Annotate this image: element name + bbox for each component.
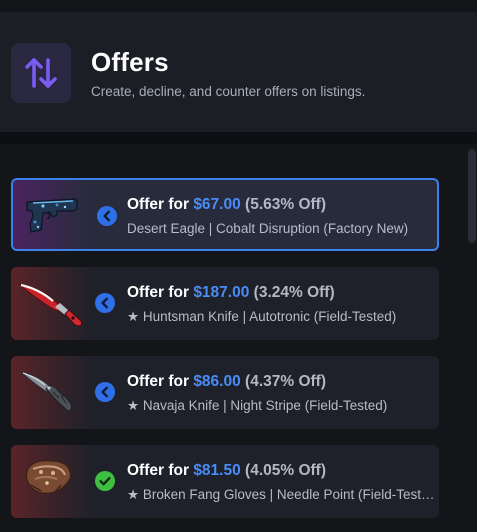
sort-arrows-icon [25, 58, 57, 88]
offer-item-name: ★ Huntsman Knife | Autotronic (Field-Tes… [127, 309, 397, 324]
offer-price: $81.50 [193, 462, 241, 479]
offer-summary: Offer for $81.50 (4.05% Off) [127, 462, 326, 480]
page-title: Offers [91, 47, 169, 77]
offer-prefix: Offer for [127, 462, 189, 479]
offer-item-name: ★ Navaja Knife | Night Stripe (Field-Tes… [127, 398, 388, 413]
top-strip [0, 0, 477, 12]
gloves-image [11, 445, 91, 518]
page-subtitle: Create, decline, and counter offers on l… [91, 84, 366, 99]
offer-summary: Offer for $187.00 (3.24% Off) [127, 284, 335, 302]
navaja-knife-image [11, 356, 91, 429]
offer-prefix: Offer for [127, 284, 189, 301]
offer-summary: Offer for $86.00 (4.37% Off) [127, 373, 326, 391]
offers-page: Offers Create, decline, and counter offe… [0, 0, 477, 532]
offer-price: $67.00 [193, 196, 241, 213]
section-divider [0, 132, 477, 144]
offer-card[interactable]: Offer for $86.00 (4.37% Off) ★ Navaja Kn… [11, 356, 439, 429]
offer-item-name: Desert Eagle | Cobalt Disruption (Factor… [127, 221, 409, 236]
offer-discount: (3.24% Off) [253, 284, 335, 301]
offers-header: Offers Create, decline, and counter offe… [0, 12, 477, 132]
offer-summary: Offer for $67.00 (5.63% Off) [127, 196, 326, 214]
offer-discount: (5.63% Off) [245, 196, 327, 213]
offer-price: $86.00 [193, 373, 241, 390]
offer-discount: (4.37% Off) [245, 373, 327, 390]
check-circle-icon [95, 471, 115, 491]
offer-prefix: Offer for [127, 196, 189, 213]
offer-card[interactable]: Offer for $81.50 (4.05% Off) ★ Broken Fa… [11, 445, 439, 518]
offer-card[interactable]: Offer for $187.00 (3.24% Off) ★ Huntsman… [11, 267, 439, 340]
chevron-left-icon [95, 293, 115, 313]
offer-card[interactable]: Offer for $67.00 (5.63% Off) Desert Eagl… [11, 178, 439, 251]
huntsman-knife-image [11, 267, 91, 340]
offer-price: $187.00 [193, 284, 250, 301]
offer-discount: (4.05% Off) [245, 462, 327, 479]
chevron-left-icon [97, 206, 117, 226]
offer-prefix: Offer for [127, 373, 189, 390]
scrollbar-thumb[interactable] [468, 149, 476, 243]
header-icon-tile [11, 43, 71, 103]
desert-eagle-image [13, 180, 93, 249]
chevron-left-icon [95, 382, 115, 402]
offer-item-name: ★ Broken Fang Gloves | Needle Point (Fie… [127, 487, 435, 502]
